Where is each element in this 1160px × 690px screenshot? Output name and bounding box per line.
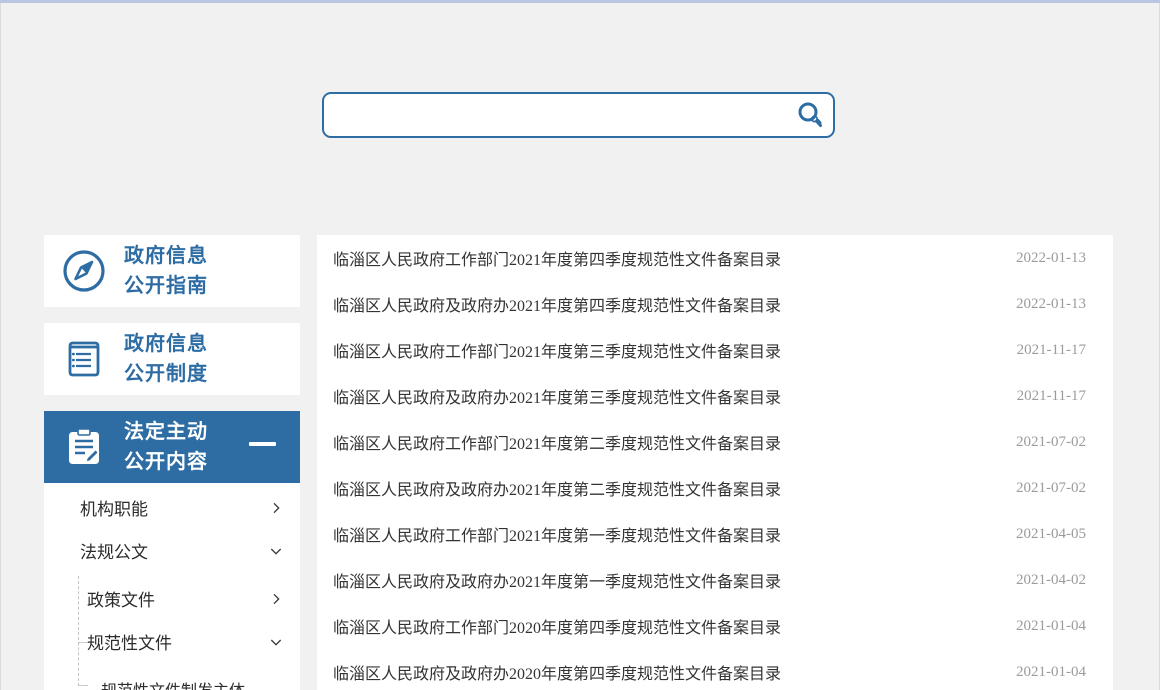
government-info-disclosure-page: 政府信息 公开指南 政府信息 公开制度	[0, 0, 1160, 690]
document-row[interactable]: 临淄区人民政府及政府办2021年度第四季度规范性文件备案目录 2022-01-1…	[317, 281, 1113, 327]
document-row[interactable]: 临淄区人民政府工作部门2021年度第四季度规范性文件备案目录 2022-01-1…	[317, 235, 1113, 281]
document-list: 临淄区人民政府工作部门2021年度第四季度规范性文件备案目录 2022-01-1…	[317, 235, 1113, 690]
sidebar-item-label: 政府信息 公开指南	[124, 241, 208, 301]
document-title-link[interactable]: 临淄区人民政府及政府办2021年度第四季度规范性文件备案目录	[333, 292, 781, 316]
menu-item-organization-functions[interactable]: 机构职能	[44, 486, 300, 529]
menu-item-policy-documents[interactable]: 政策文件	[44, 577, 300, 620]
document-title-link[interactable]: 临淄区人民政府及政府办2020年度第四季度规范性文件备案目录	[333, 660, 781, 684]
tree-connector-line	[78, 576, 79, 686]
compass-icon	[44, 248, 124, 294]
chevron-down-icon	[268, 634, 284, 650]
document-date: 2021-04-02	[1016, 572, 1086, 589]
document-row[interactable]: 临淄区人民政府及政府办2021年度第一季度规范性文件备案目录 2021-04-0…	[317, 557, 1113, 603]
menu-item-label: 规范性文件制发主体	[101, 677, 245, 690]
document-date: 2021-11-17	[1017, 342, 1086, 359]
document-row[interactable]: 临淄区人民政府工作部门2021年度第一季度规范性文件备案目录 2021-04-0…	[317, 511, 1113, 557]
document-date: 2021-07-02	[1016, 434, 1086, 451]
menu-item-label: 政策文件	[87, 586, 155, 611]
tree-connector-stub	[78, 642, 88, 643]
search-input[interactable]	[324, 94, 787, 136]
document-title-link[interactable]: 临淄区人民政府及政府办2021年度第二季度规范性文件备案目录	[333, 476, 781, 500]
document-row[interactable]: 临淄区人民政府工作部门2021年度第二季度规范性文件备案目录 2021-07-0…	[317, 419, 1113, 465]
document-date: 2021-04-05	[1016, 526, 1086, 543]
search-button[interactable]	[787, 94, 833, 136]
search-icon	[795, 100, 825, 130]
document-title-link[interactable]: 临淄区人民政府工作部门2021年度第三季度规范性文件备案目录	[333, 338, 781, 362]
document-title-link[interactable]: 临淄区人民政府工作部门2021年度第二季度规范性文件备案目录	[333, 430, 781, 454]
menu-item-label: 机构职能	[80, 495, 148, 520]
document-date: 2021-01-04	[1016, 664, 1086, 681]
sidebar-submenu: 机构职能 法规公文 政策文件 规范性文件 规范性文件制发主体	[44, 483, 300, 690]
document-title-link[interactable]: 临淄区人民政府工作部门2020年度第四季度规范性文件备案目录	[333, 614, 781, 638]
document-date: 2021-07-02	[1016, 480, 1086, 497]
chevron-down-icon	[268, 543, 284, 559]
sidebar-item-disclosure-guide[interactable]: 政府信息 公开指南	[44, 235, 300, 307]
book-icon	[44, 336, 124, 382]
document-title-link[interactable]: 临淄区人民政府工作部门2021年度第一季度规范性文件备案目录	[333, 522, 781, 546]
document-date: 2022-01-13	[1016, 250, 1086, 267]
document-date: 2021-11-17	[1017, 388, 1086, 405]
document-date: 2022-01-13	[1016, 296, 1086, 313]
sidebar-item-label: 法定主动 公开内容	[124, 417, 208, 477]
sidebar-item-disclosure-system[interactable]: 政府信息 公开制度	[44, 323, 300, 395]
sidebar-item-label: 政府信息 公开制度	[124, 329, 208, 389]
document-title-link[interactable]: 临淄区人民政府及政府办2021年度第三季度规范性文件备案目录	[333, 384, 781, 408]
menu-item-regulations-documents[interactable]: 法规公文	[44, 529, 300, 572]
document-row[interactable]: 临淄区人民政府工作部门2021年度第三季度规范性文件备案目录 2021-11-1…	[317, 327, 1113, 373]
chevron-right-icon	[268, 591, 284, 607]
search-box	[322, 92, 835, 138]
document-title-link[interactable]: 临淄区人民政府工作部门2021年度第四季度规范性文件备案目录	[333, 246, 781, 270]
document-row[interactable]: 临淄区人民政府及政府办2021年度第二季度规范性文件备案目录 2021-07-0…	[317, 465, 1113, 511]
tree-connector-stub	[78, 685, 88, 686]
menu-item-label: 法规公文	[80, 538, 148, 563]
clipboard-pencil-icon	[44, 424, 124, 470]
document-row[interactable]: 临淄区人民政府及政府办2020年度第四季度规范性文件备案目录 2021-01-0…	[317, 649, 1113, 690]
document-row[interactable]: 临淄区人民政府及政府办2021年度第三季度规范性文件备案目录 2021-11-1…	[317, 373, 1113, 419]
collapse-minus-icon[interactable]	[249, 442, 276, 446]
document-title-link[interactable]: 临淄区人民政府及政府办2021年度第一季度规范性文件备案目录	[333, 568, 781, 592]
menu-item-label: 规范性文件	[87, 629, 172, 654]
document-date: 2021-01-04	[1016, 618, 1086, 635]
sidebar-item-statutory-disclosure[interactable]: 法定主动 公开内容	[44, 411, 300, 483]
document-row[interactable]: 临淄区人民政府工作部门2020年度第四季度规范性文件备案目录 2021-01-0…	[317, 603, 1113, 649]
menu-item-normative-doc-issuer[interactable]: 规范性文件制发主体	[44, 667, 300, 690]
chevron-right-icon	[268, 500, 284, 516]
